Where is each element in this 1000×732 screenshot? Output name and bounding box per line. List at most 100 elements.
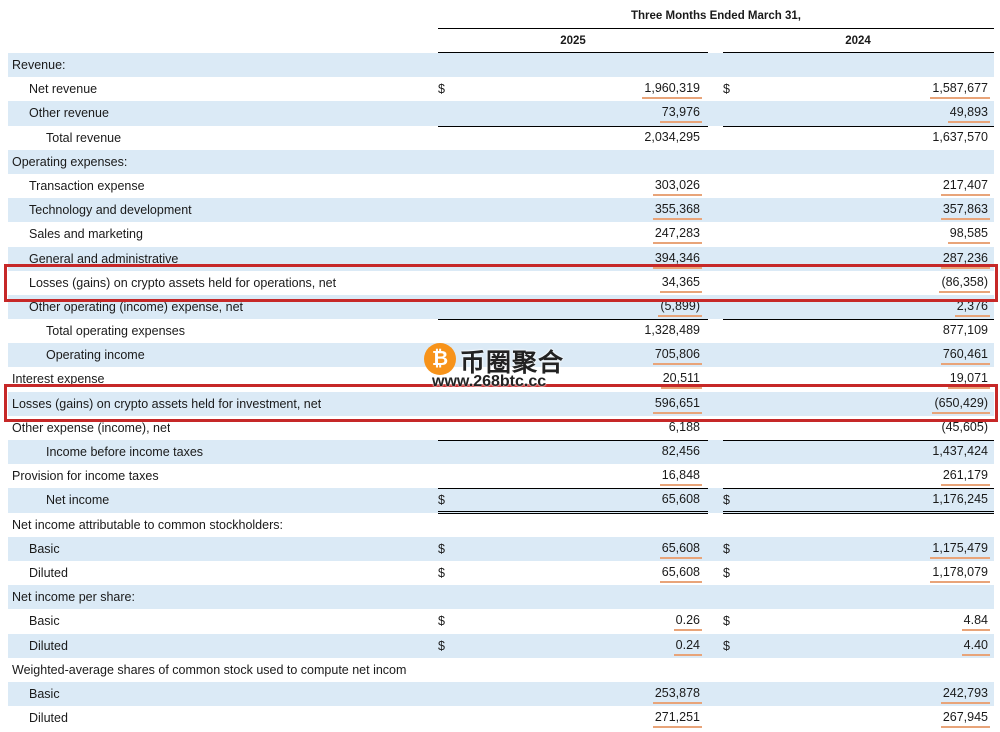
bitcoin-icon: ₿ [424, 343, 456, 375]
row-label: Total revenue [46, 130, 122, 145]
value-2025: 65,608 [661, 492, 700, 507]
row-label: Operating income [46, 348, 145, 363]
value-2024: 1,178,079 [930, 564, 990, 583]
table-row: Technology and development 355,368 357,863 [8, 198, 994, 223]
table-row: Transaction expense 303,026 217,407 [8, 174, 994, 198]
value-2025: 2,034,295 [644, 129, 700, 144]
value-2025: 1,960,319 [642, 80, 702, 100]
row-label: Basic [29, 541, 60, 556]
table-row: Diluted $ $65,608 1,178,079 [8, 561, 994, 585]
table-row: Net income per share: [8, 585, 994, 610]
header-period: Three Months Ended March 31, [631, 10, 801, 22]
currency-symbol: $ [438, 614, 445, 629]
value-2025: 355,368 [652, 201, 702, 221]
currency-symbol: $ [723, 565, 730, 580]
value-2024: 242,793 [940, 685, 990, 704]
table-row: Net income attributable to common stockh… [8, 513, 994, 537]
value-2025: 1,328,489 [644, 323, 700, 338]
value-2024: 49,893 [947, 104, 990, 124]
row-label: Sales and marketing [29, 227, 143, 242]
header-year-2025: 2025 [560, 35, 586, 47]
value-2025: 65,608 [659, 564, 702, 583]
table-row: Weighted-average shares of common stock … [8, 658, 994, 682]
value-2024: 357,863 [940, 201, 990, 221]
table-row: Operating expenses: [8, 149, 994, 174]
row-label: Revenue: [12, 58, 66, 72]
table-row: Net income $ $65,608 1,176,245 [8, 488, 994, 514]
row-label: Transaction expense [29, 178, 145, 193]
row-label: Total operating expenses [46, 324, 185, 339]
table-row: Basic 253,878 242,793 [8, 681, 994, 707]
total-rule [723, 125, 994, 127]
value-2025: 253,878 [652, 685, 702, 704]
table-row: Income before income taxes 82,456 1,437,42… [8, 440, 994, 465]
table-row: Revenue: [8, 53, 994, 78]
currency-symbol: $ [723, 493, 730, 508]
row-label: Weighted-average shares of common stock … [12, 662, 407, 677]
currency-symbol: $ [438, 493, 445, 508]
value-2024: 261,179 [940, 467, 990, 487]
row-label: Basic [29, 614, 60, 629]
table-row: Diluted $ $0.24 4.40 [8, 633, 994, 658]
total-rule [438, 488, 708, 490]
value-2024: 1,176,245 [932, 492, 988, 507]
total-rule [723, 440, 994, 441]
value-2024: 1,437,424 [932, 444, 988, 458]
value-2025: 0.26 [673, 612, 702, 632]
row-label: Diluted [29, 565, 68, 580]
value-2024: 4.84 [961, 612, 990, 632]
currency-symbol: $ [438, 541, 445, 556]
value-2024: 877,109 [942, 323, 988, 338]
table-row: Sales and marketing 247,283 98,585 [8, 222, 994, 246]
row-label: Net income [46, 493, 110, 508]
table-row: Total operating expenses 1,328,489 877,109 [8, 319, 994, 343]
currency-symbol: $ [723, 638, 730, 653]
row-label: Operating expenses: [12, 154, 128, 169]
value-2024: 1,637,570 [932, 129, 988, 144]
currency-symbol: $ [723, 541, 730, 556]
total-rule [438, 125, 708, 127]
total-rule [723, 488, 994, 490]
total-rule [438, 440, 708, 441]
row-label: Net revenue [29, 82, 98, 97]
row-label: Diluted [29, 711, 68, 726]
value-2024: 760,461 [940, 346, 990, 366]
header-year-2024: 2024 [845, 35, 871, 47]
row-label: Provision for income taxes [12, 469, 159, 484]
total-rule [438, 319, 708, 321]
row-label: Technology and development [29, 203, 192, 218]
row-label: Income before income taxes [46, 445, 204, 459]
value-2025: 82,456 [661, 444, 700, 458]
value-2025: 705,806 [652, 346, 702, 366]
table-row: Provision for income taxes 16,848 261,179 [8, 464, 994, 488]
currency-symbol: $ [438, 82, 445, 97]
row-label: Other expense (income), net [12, 420, 171, 435]
table-row: Net revenue $ $1,960,319 1,587,677 [8, 77, 994, 101]
value-2024: 217,407 [940, 177, 990, 196]
value-2024: 4.40 [961, 637, 990, 656]
currency-symbol: $ [438, 565, 445, 580]
value-2025: 73,976 [659, 104, 702, 124]
value-2025: 16,848 [659, 467, 702, 487]
table-row: Total revenue 2,034,295 1,637,570 [8, 125, 994, 150]
row-label: Diluted [29, 638, 68, 653]
row-label: Net income per share: [12, 590, 135, 605]
currency-symbol: $ [438, 638, 445, 653]
row-label: Net income attributable to common stockh… [12, 517, 283, 532]
table-row: Basic $ $0.26 4.84 [8, 609, 994, 633]
header-period-rule [438, 28, 994, 29]
table-row: Basic $ $65,608 1,175,479 [8, 536, 994, 561]
highlight-box-operations [4, 264, 998, 302]
value-2025: 0.24 [673, 637, 702, 656]
row-label: Basic [29, 686, 60, 701]
total-rule [723, 319, 994, 321]
table-row: Other revenue 73,976 49,893 [8, 101, 994, 126]
value-2025: 271,251 [652, 709, 702, 729]
value-2025: 303,026 [652, 177, 702, 196]
value-2025: 65,608 [659, 540, 702, 559]
currency-symbol: $ [723, 614, 730, 629]
row-label: Other revenue [29, 106, 109, 121]
value-2024: 267,945 [940, 709, 990, 729]
currency-symbol: $ [723, 82, 730, 97]
value-2025: 247,283 [652, 225, 702, 245]
